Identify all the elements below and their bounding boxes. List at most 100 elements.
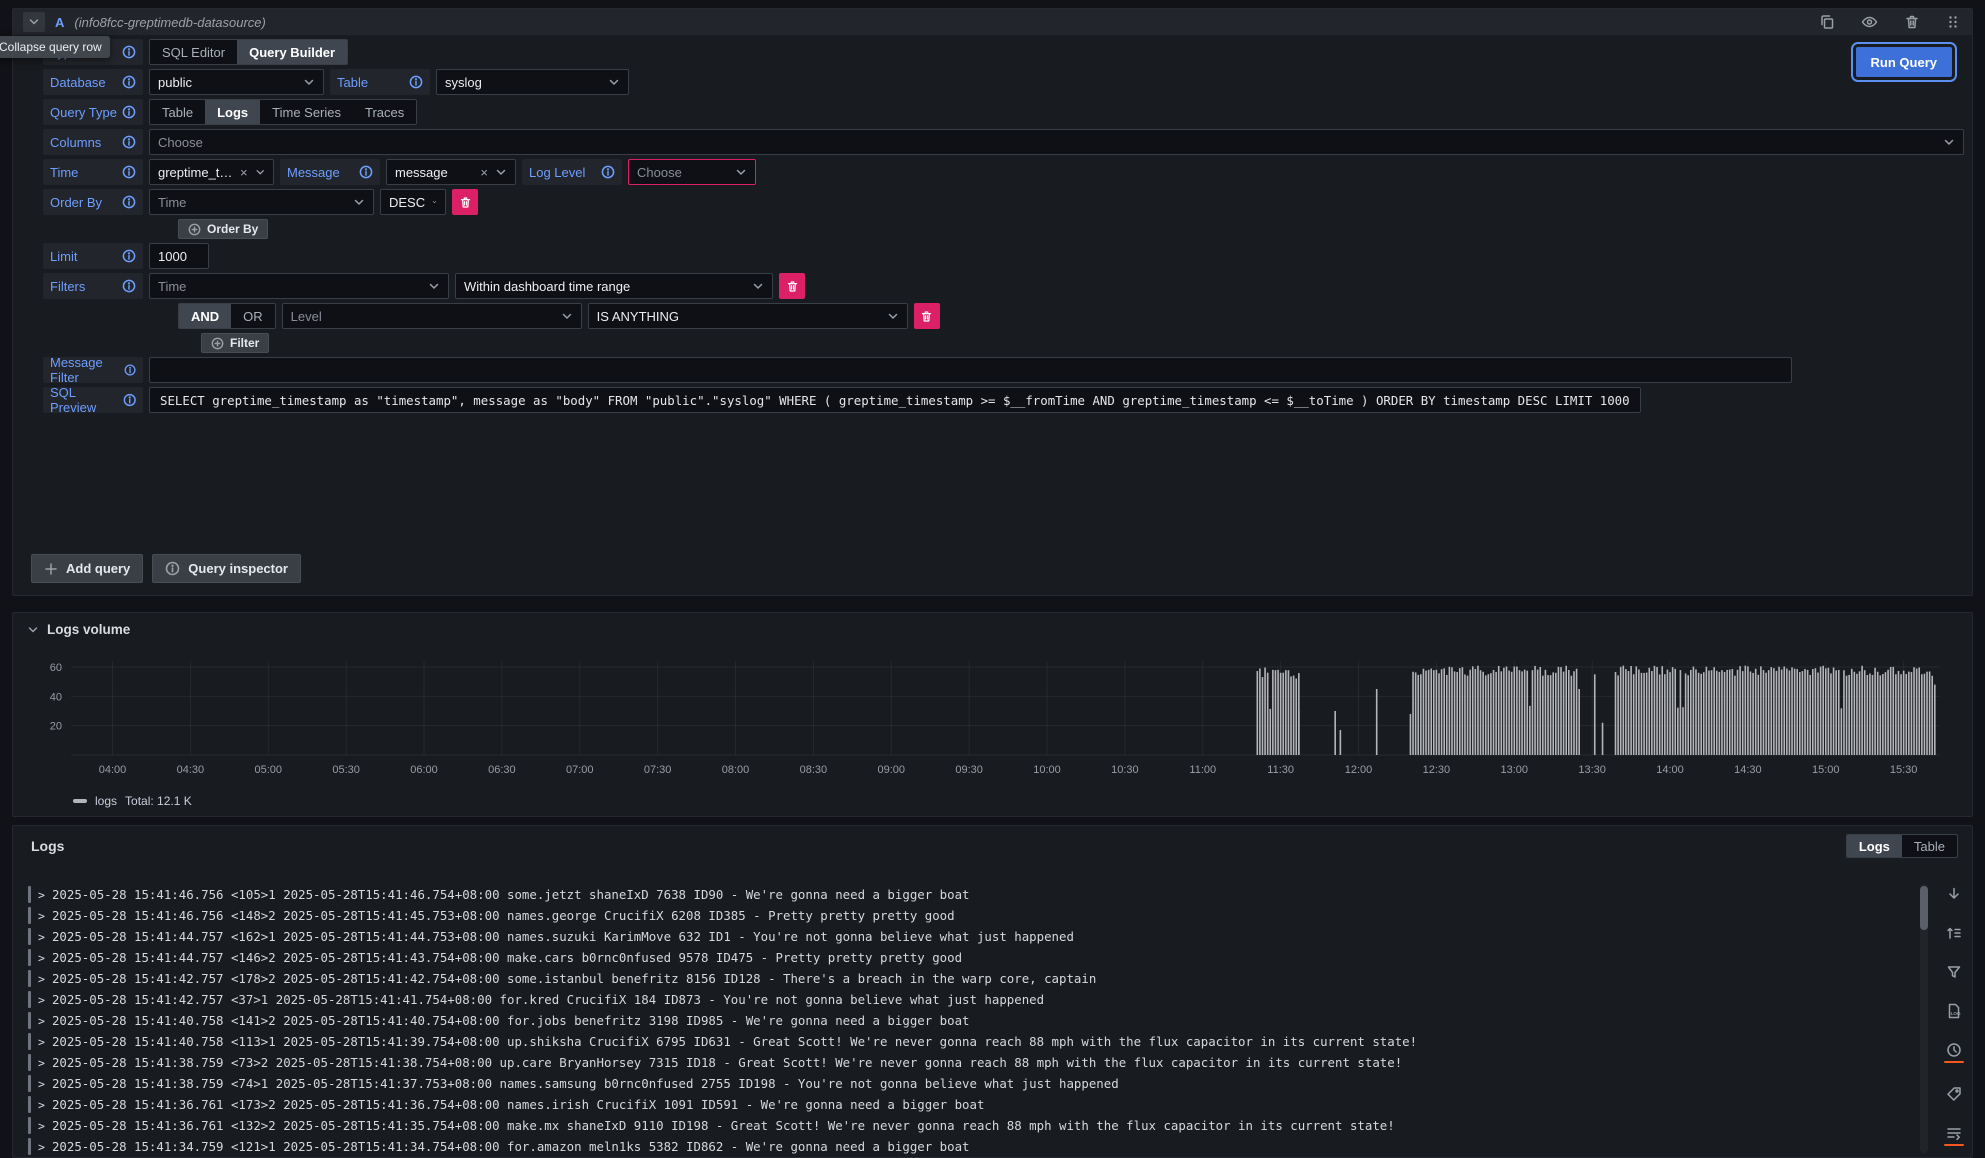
chevron-down-icon: [303, 76, 315, 88]
add-query-button[interactable]: Add query: [31, 554, 143, 583]
filter-field-select[interactable]: Time: [149, 273, 449, 299]
add-filter-button[interactable]: Filter: [201, 333, 269, 353]
svg-text:11:30: 11:30: [1267, 764, 1294, 776]
expand-log-chevron-icon[interactable]: >: [38, 1035, 45, 1049]
log-row[interactable]: >2025-05-28 15:41:40.758 <113>1 2025-05-…: [28, 1031, 1908, 1052]
expand-log-chevron-icon[interactable]: >: [38, 1077, 45, 1091]
log-row[interactable]: >2025-05-28 15:41:44.757 <146>2 2025-05-…: [28, 947, 1908, 968]
log-row[interactable]: >2025-05-28 15:41:36.761 <132>2 2025-05-…: [28, 1115, 1908, 1136]
columns-select[interactable]: Choose: [149, 129, 1964, 155]
query-type-traces[interactable]: Traces: [353, 100, 416, 124]
legend-total: Total: 12.1 K: [125, 794, 192, 808]
logs-volume-chart[interactable]: 20406004:0004:3005:0005:3006:0006:3007:0…: [13, 639, 1954, 789]
info-icon: [601, 165, 615, 179]
order-direction-select[interactable]: DESC: [380, 189, 446, 215]
drag-query-handle[interactable]: [1944, 12, 1962, 32]
toggle-query-visibility-button[interactable]: [1859, 12, 1880, 32]
expand-log-chevron-icon[interactable]: >: [38, 888, 45, 902]
log-row[interactable]: >2025-05-28 15:41:46.756 <148>2 2025-05-…: [28, 905, 1908, 926]
chevron-down-icon[interactable]: [27, 624, 39, 636]
query-inspector-button[interactable]: Query inspector: [152, 554, 301, 583]
add-order-by-button[interactable]: Order By: [178, 219, 268, 239]
svg-text:LOG: LOG: [1951, 1011, 1961, 1016]
log-details-button[interactable]: LOG: [1946, 1003, 1962, 1019]
indent: [43, 219, 172, 239]
filters-row: Filters Time Within dashboard time range: [43, 273, 1964, 299]
log-level-select[interactable]: Choose: [628, 159, 756, 185]
plus-circle-icon: [211, 337, 224, 350]
query-type-table[interactable]: Table: [150, 100, 205, 124]
tab-sql-editor[interactable]: SQL Editor: [150, 40, 237, 64]
filter-operator-select[interactable]: IS ANYTHING: [588, 303, 908, 329]
log-row[interactable]: >2025-05-28 15:41:42.757 <37>1 2025-05-2…: [28, 989, 1908, 1010]
query-ref-id: A: [55, 15, 64, 30]
time-column-select[interactable]: greptime_tim... ×: [149, 159, 274, 185]
log-row[interactable]: >2025-05-28 15:41:34.759 <121>1 2025-05-…: [28, 1136, 1908, 1157]
clear-icon[interactable]: ×: [480, 166, 488, 179]
log-row[interactable]: >2025-05-28 15:41:36.761 <173>2 2025-05-…: [28, 1094, 1908, 1115]
limit-input[interactable]: 1000: [149, 243, 209, 269]
expand-log-chevron-icon[interactable]: >: [38, 993, 45, 1007]
expand-log-chevron-icon[interactable]: >: [38, 1098, 45, 1112]
chevron-down-icon: [495, 166, 507, 178]
legend-series-label[interactable]: logs: [95, 794, 117, 808]
remove-order-by-button[interactable]: [452, 189, 478, 215]
filter-logs-button[interactable]: [1946, 964, 1962, 980]
filter-range-select[interactable]: Within dashboard time range: [455, 273, 773, 299]
log-rows-list: >2025-05-28 15:41:46.756 <105>1 2025-05-…: [28, 884, 1908, 1157]
wrap-lines-button[interactable]: [1944, 1125, 1964, 1146]
clock-icon: [1946, 1042, 1962, 1058]
remove-filter-button[interactable]: [779, 273, 805, 299]
query-type-logs[interactable]: Logs: [205, 100, 260, 124]
log-row[interactable]: >2025-05-28 15:41:42.757 <178>2 2025-05-…: [28, 968, 1908, 989]
scrollbar-thumb[interactable]: [1920, 886, 1928, 930]
message-column-select[interactable]: message ×: [386, 159, 516, 185]
svg-text:08:00: 08:00: [722, 764, 750, 776]
expand-log-chevron-icon[interactable]: >: [38, 1140, 45, 1154]
or-option[interactable]: OR: [231, 304, 275, 328]
log-row[interactable]: >2025-05-28 15:41:40.758 <141>2 2025-05-…: [28, 1010, 1908, 1031]
log-row[interactable]: >2025-05-28 15:41:44.757 <162>1 2025-05-…: [28, 926, 1908, 947]
expand-log-chevron-icon[interactable]: >: [38, 1056, 45, 1070]
log-line-text: 2025-05-28 15:41:46.756 <105>1 2025-05-2…: [52, 887, 970, 902]
filter-level-select[interactable]: Level: [282, 303, 582, 329]
eye-icon: [1861, 14, 1878, 30]
order-by-field-select[interactable]: Time: [149, 189, 374, 215]
chevron-down-icon: [608, 76, 620, 88]
chevron-down-icon: [735, 166, 747, 178]
active-indicator: [1944, 1061, 1964, 1063]
run-query-button[interactable]: Run Query: [1856, 47, 1952, 77]
logs-view-table[interactable]: Table: [1902, 835, 1957, 857]
log-row[interactable]: >2025-05-28 15:41:46.756 <105>1 2025-05-…: [28, 884, 1908, 905]
log-level-bar: [28, 1096, 31, 1113]
expand-log-chevron-icon[interactable]: >: [38, 951, 45, 965]
log-line-text: 2025-05-28 15:41:38.759 <74>1 2025-05-28…: [52, 1076, 1119, 1091]
sort-order-button[interactable]: [1946, 925, 1962, 941]
tab-query-builder[interactable]: Query Builder: [237, 40, 347, 64]
clear-icon[interactable]: ×: [240, 166, 248, 179]
expand-log-chevron-icon[interactable]: >: [38, 1014, 45, 1028]
log-row[interactable]: >2025-05-28 15:41:38.759 <73>2 2025-05-2…: [28, 1052, 1908, 1073]
log-row[interactable]: >2025-05-28 15:41:38.759 <74>1 2025-05-2…: [28, 1073, 1908, 1094]
duplicate-query-button[interactable]: [1817, 12, 1837, 32]
scroll-to-bottom-button[interactable]: [1946, 886, 1962, 902]
remove-query-button[interactable]: [1902, 12, 1922, 32]
expand-log-chevron-icon[interactable]: >: [38, 930, 45, 944]
expand-log-chevron-icon[interactable]: >: [38, 1119, 45, 1133]
collapse-query-row-button[interactable]: [23, 12, 45, 32]
message-filter-input[interactable]: [149, 357, 1792, 383]
funnel-icon: [1946, 964, 1962, 980]
and-option[interactable]: AND: [179, 304, 231, 328]
logs-scrollbar[interactable]: [1920, 884, 1928, 1153]
show-time-button[interactable]: [1944, 1042, 1964, 1063]
unique-labels-button[interactable]: [1946, 1086, 1962, 1102]
logs-view-logs[interactable]: Logs: [1847, 835, 1902, 857]
expand-log-chevron-icon[interactable]: >: [38, 972, 45, 986]
query-builder-form: Type SQL Editor Query Builder Database p…: [13, 35, 1972, 413]
query-type-time-series[interactable]: Time Series: [260, 100, 353, 124]
table-select[interactable]: syslog: [436, 69, 629, 95]
database-select[interactable]: public: [149, 69, 324, 95]
remove-filter-condition-button[interactable]: [914, 303, 940, 329]
expand-log-chevron-icon[interactable]: >: [38, 909, 45, 923]
svg-text:15:30: 15:30: [1890, 764, 1918, 776]
